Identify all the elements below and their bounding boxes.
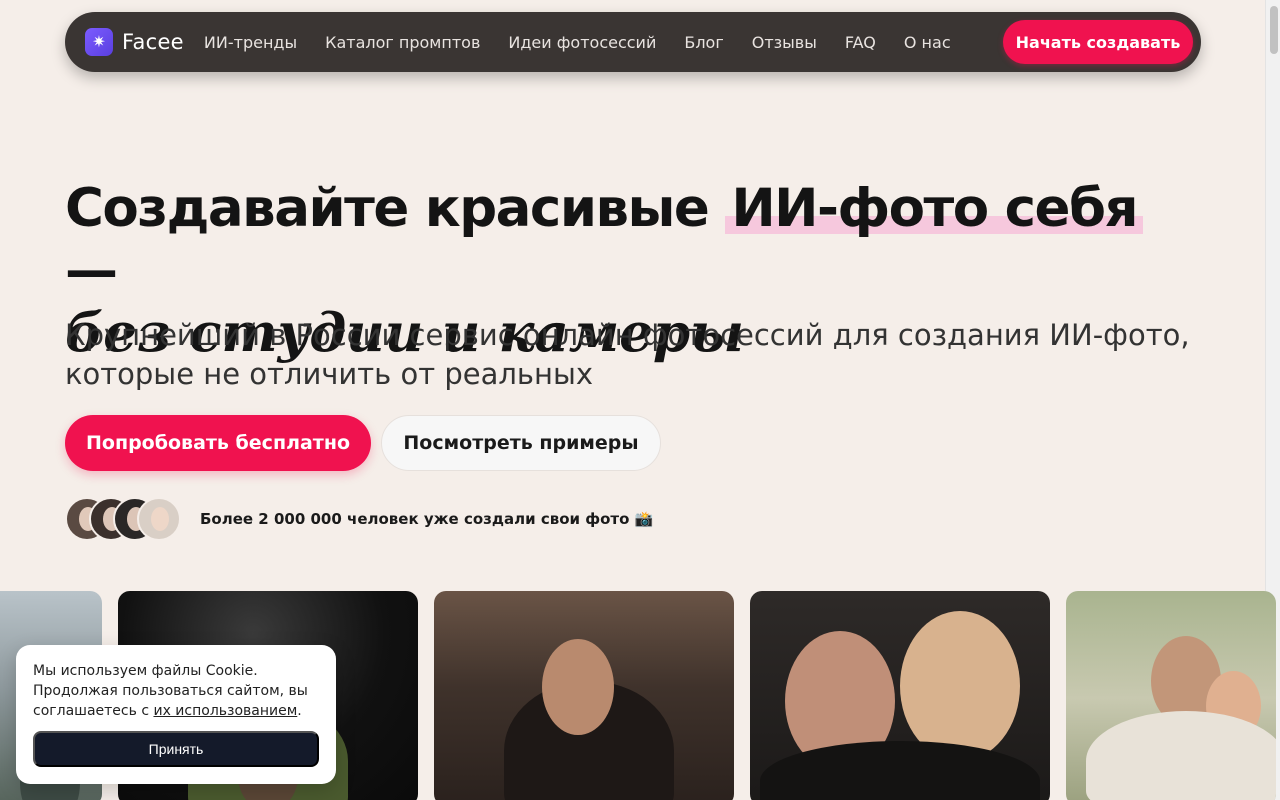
cookie-text: Мы используем файлы Cookie. Продолжая по… <box>33 661 319 721</box>
try-free-button[interactable]: Попробовать бесплатно <box>65 415 371 471</box>
nav-link-ai-trends[interactable]: ИИ-тренды <box>204 33 297 52</box>
nav-link-faq[interactable]: FAQ <box>845 33 876 52</box>
scrollbar-thumb[interactable] <box>1270 6 1278 54</box>
social-proof-text: Более 2 000 000 человек уже создали свои… <box>200 510 654 528</box>
gallery-photo <box>1066 591 1276 800</box>
cookie-text-end: . <box>297 703 302 719</box>
gallery-photo <box>434 591 734 800</box>
hero-title-highlight: ИИ-фото себя <box>725 178 1144 239</box>
top-navigation: ✷ Facee ИИ-тренды Каталог промптов Идеи … <box>65 12 1201 72</box>
hero-subtitle: Крупнейший в России сервис онлайн фотосе… <box>65 318 1190 391</box>
nav-link-prompt-catalog[interactable]: Каталог промптов <box>325 33 480 52</box>
social-proof: Более 2 000 000 человек уже создали свои… <box>65 495 653 543</box>
start-creating-button[interactable]: Начать создавать <box>1003 20 1193 64</box>
sparkle-icon: ✷ <box>85 28 113 56</box>
nav-links: ИИ-тренды Каталог промптов Идеи фотосесс… <box>204 33 979 52</box>
hero-title-part2: — <box>65 240 118 301</box>
cookie-policy-link[interactable]: их использованием <box>153 703 297 719</box>
logo-text: Facee <box>122 30 184 54</box>
logo[interactable]: ✷ Facee <box>85 28 184 56</box>
accept-cookies-button[interactable]: Принять <box>33 731 319 767</box>
gallery-photo <box>750 591 1050 800</box>
nav-link-blog[interactable]: Блог <box>684 33 723 52</box>
hero-title-part1: Создавайте красивые <box>65 178 726 239</box>
avatar-group <box>65 495 187 543</box>
nav-link-about[interactable]: О нас <box>904 33 951 52</box>
avatar <box>137 497 181 541</box>
view-examples-button[interactable]: Посмотреть примеры <box>381 415 661 471</box>
cookie-banner: Мы используем файлы Cookie. Продолжая по… <box>16 645 336 784</box>
nav-link-reviews[interactable]: Отзывы <box>752 33 817 52</box>
nav-link-photoshoot-ideas[interactable]: Идеи фотосессий <box>508 33 656 52</box>
